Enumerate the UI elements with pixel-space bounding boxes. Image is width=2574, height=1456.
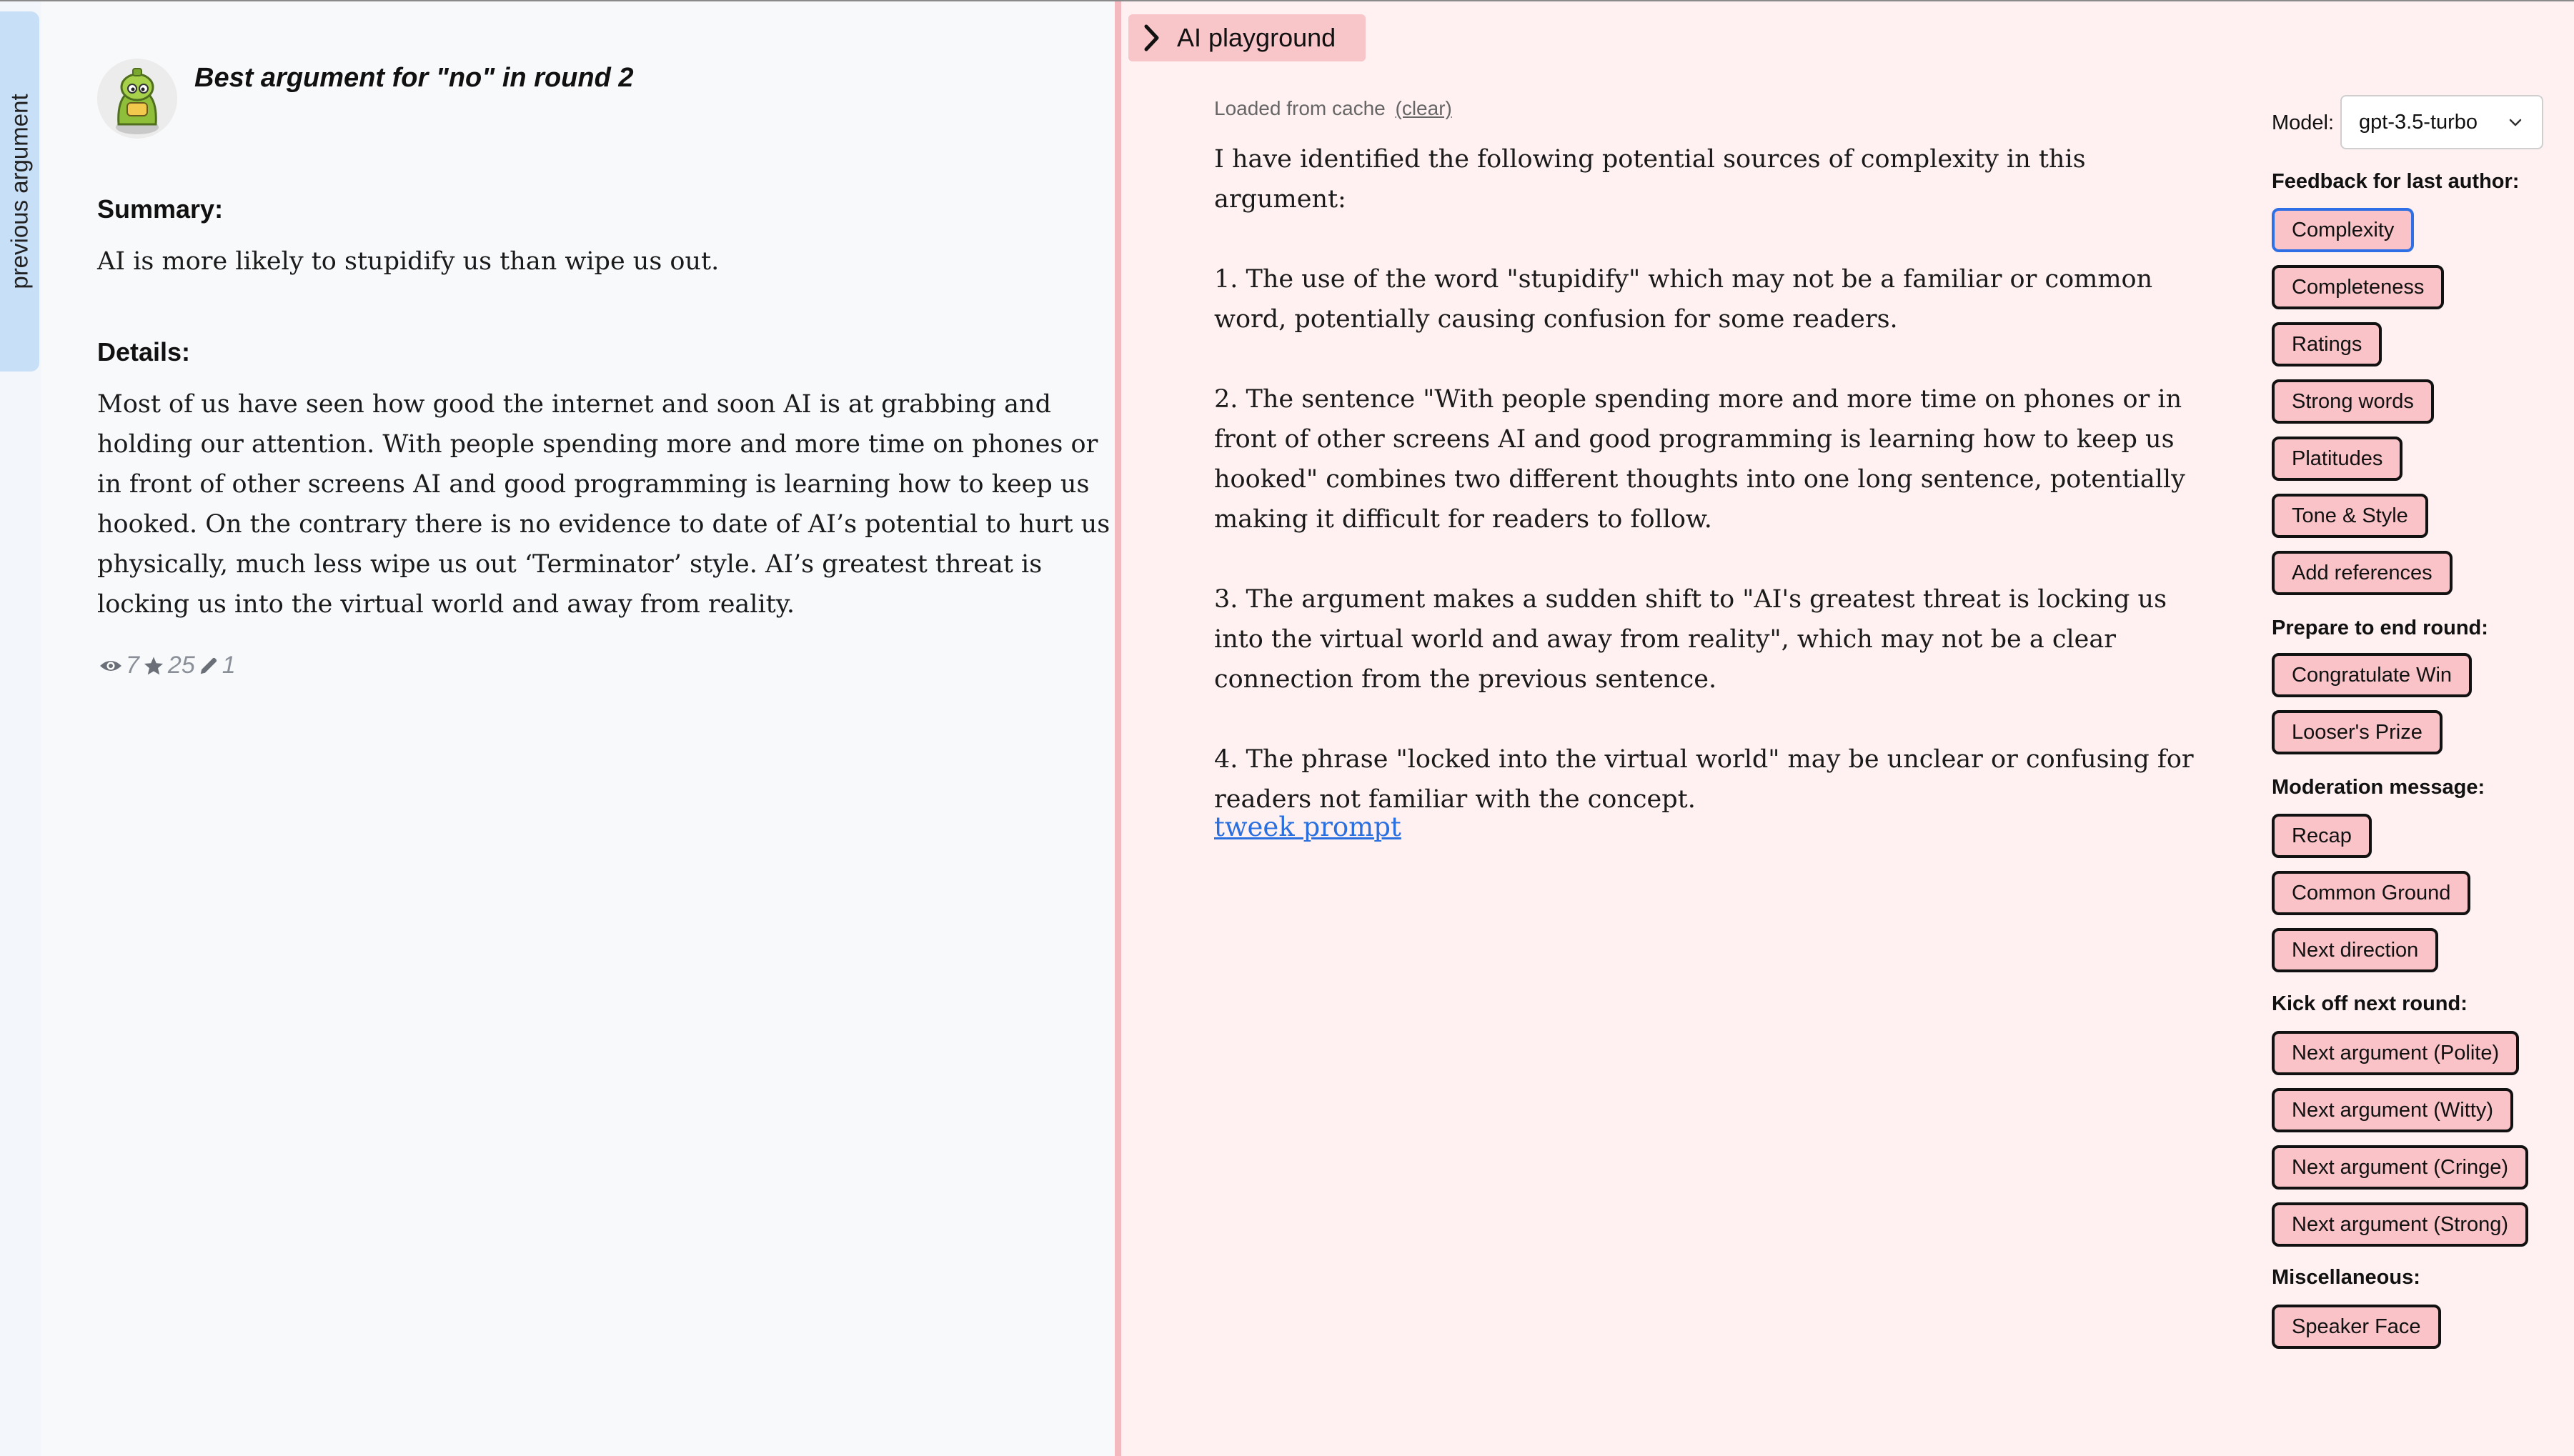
ai-playground-panel: AI playground Loaded from cache (clear) … xyxy=(1121,0,2574,1456)
details-heading: Details: xyxy=(97,337,191,367)
response-item-2: 2. The sentence "With people spending mo… xyxy=(1214,385,2185,534)
cache-status-text: Loaded from cache xyxy=(1214,97,1386,119)
star-icon xyxy=(144,657,164,674)
moderation-group-label: Moderation message: xyxy=(2272,776,2485,799)
next-argument-strong-button[interactable]: Next argument (Strong) xyxy=(2272,1202,2529,1247)
loosers-prize-button[interactable]: Looser's Prize xyxy=(2272,710,2443,754)
next-argument-polite-button[interactable]: Next argument (Polite) xyxy=(2272,1031,2520,1075)
ai-response: I have identified the following potentia… xyxy=(1214,139,2207,859)
model-label: Model: xyxy=(2272,111,2335,134)
response-intro: I have identified the following potentia… xyxy=(1214,145,2086,214)
next-argument-witty-button[interactable]: Next argument (Witty) xyxy=(2272,1088,2513,1132)
complexity-button[interactable]: Complexity xyxy=(2272,208,2415,252)
completeness-button[interactable]: Completeness xyxy=(2272,265,2445,309)
speaker-face-button[interactable]: Speaker Face xyxy=(2272,1305,2441,1349)
summary-heading: Summary: xyxy=(97,194,224,224)
platitudes-button[interactable]: Platitudes xyxy=(2272,437,2403,481)
author-avatar xyxy=(97,59,177,139)
next-round-group-label: Kick off next round: xyxy=(2272,992,2468,1015)
argument-title: Best argument for "no" in round 2 xyxy=(194,63,634,93)
argument-stats: 7 25 1 xyxy=(99,652,236,679)
chevron-down-icon xyxy=(2509,119,2522,126)
response-item-4: 4. The phrase "locked into the virtual w… xyxy=(1214,745,2194,814)
window-top-border xyxy=(0,0,2574,1)
argument-panel: Best argument for "no" in round 2 Summar… xyxy=(41,0,1115,1456)
details-text: Most of us have seen how good the intern… xyxy=(97,390,1110,619)
robot-avatar-icon xyxy=(97,59,177,139)
ai-playground-label: AI playground xyxy=(1177,23,1336,52)
feedback-group-label: Feedback for last author: xyxy=(2272,170,2520,193)
ratings-button[interactable]: Ratings xyxy=(2272,322,2382,367)
clear-cache-link[interactable]: (clear) xyxy=(1396,97,1452,119)
recap-button[interactable]: Recap xyxy=(2272,814,2372,858)
eye-icon xyxy=(100,660,121,671)
add-references-button[interactable]: Add references xyxy=(2272,551,2453,595)
response-item-3: 3. The argument makes a sudden shift to … xyxy=(1214,585,2167,694)
views-count: 7 xyxy=(126,652,139,679)
strong-words-button[interactable]: Strong words xyxy=(2272,379,2434,424)
cache-status: Loaded from cache (clear) xyxy=(1214,97,1452,120)
previous-argument-label: previous argument xyxy=(6,94,33,289)
stars-count: 25 xyxy=(167,652,195,679)
ai-playground-toggle[interactable]: AI playground xyxy=(1128,14,1366,61)
summary-text: AI is more likely to stupidify us than w… xyxy=(97,247,720,276)
edits-count: 1 xyxy=(222,652,236,679)
congratulate-win-button[interactable]: Congratulate Win xyxy=(2272,653,2473,697)
pencil-icon xyxy=(200,657,217,674)
next-direction-button[interactable]: Next direction xyxy=(2272,928,2439,972)
common-ground-button[interactable]: Common Ground xyxy=(2272,871,2471,915)
next-argument-cringe-button[interactable]: Next argument (Cringe) xyxy=(2272,1145,2528,1190)
chevron-right-icon xyxy=(1144,24,1159,51)
tweak-prompt-link[interactable]: tweek prompt xyxy=(1214,812,1401,842)
tone-style-button[interactable]: Tone & Style xyxy=(2272,494,2428,538)
left-rail: previous argument xyxy=(0,0,41,1456)
end-round-group-label: Prepare to end round: xyxy=(2272,617,2488,639)
misc-group-label: Miscellaneous: xyxy=(2272,1266,2420,1289)
response-item-1: 1. The use of the word "stupidify" which… xyxy=(1214,265,2153,334)
model-select-value: gpt-3.5-turbo xyxy=(2359,110,2478,134)
previous-argument-tab[interactable]: previous argument xyxy=(0,11,39,372)
model-select[interactable]: gpt-3.5-turbo xyxy=(2340,95,2543,149)
panel-divider[interactable] xyxy=(1115,0,1121,1456)
